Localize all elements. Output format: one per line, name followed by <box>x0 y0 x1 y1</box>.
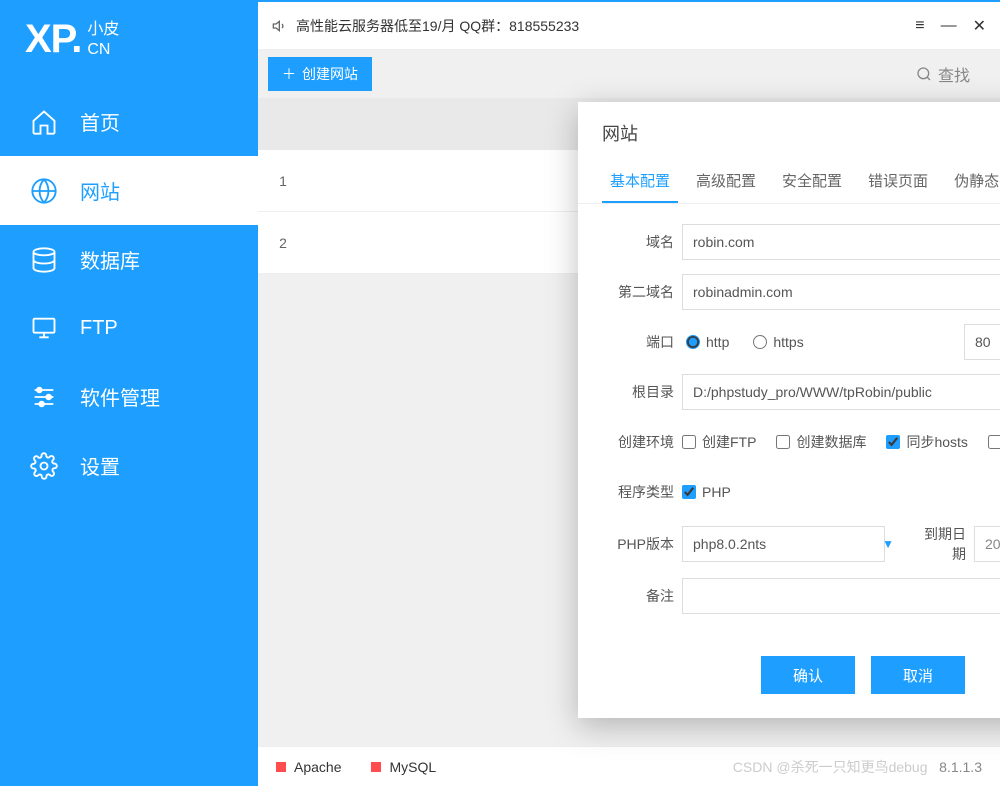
logo-xp: XP. <box>25 17 81 62</box>
check-prod[interactable]: 生产环境 <box>988 432 1000 452</box>
modal-footer: 确认 取消 <box>578 638 1000 718</box>
dropdown-icon: ▼ <box>882 537 894 551</box>
minimize-icon[interactable]: — <box>941 17 957 35</box>
nav-database[interactable]: 数据库 <box>0 225 258 294</box>
nav-software[interactable]: 软件管理 <box>0 362 258 431</box>
sidebar: XP. 小皮CN 首页 网站 数据库 FTP <box>0 2 258 786</box>
close-icon[interactable]: ✕ <box>973 16 986 36</box>
watermark: CSDN @杀死一只知更鸟debug 8.1.1.3 <box>733 757 982 777</box>
main: 高性能云服务器低至19/月 QQ群：818555233 ≡ — ✕ ＋ 创建网站… <box>258 2 1000 786</box>
nav-label: 软件管理 <box>80 382 160 411</box>
topbar: 高性能云服务器低至19/月 QQ群：818555233 ≡ — ✕ <box>258 2 1000 50</box>
announcement[interactable]: 高性能云服务器低至19/月 QQ群：818555233 <box>272 16 579 36</box>
label-env: 创建环境 <box>602 432 682 452</box>
menu-icon[interactable]: ≡ <box>915 17 924 35</box>
status-apache: Apache <box>276 759 341 775</box>
domain2-input[interactable] <box>682 274 1000 310</box>
nav: 首页 网站 数据库 FTP 软件管理 设置 <box>0 87 258 786</box>
gear-icon <box>30 452 58 480</box>
row-num: 1 <box>258 173 308 189</box>
domain-input[interactable] <box>682 224 1000 260</box>
home-icon <box>30 108 58 136</box>
radio-https[interactable]: https <box>753 334 803 350</box>
create-website-button[interactable]: ＋ 创建网站 <box>268 57 372 91</box>
modal-tabs: 基本配置 高级配置 安全配置 错误页面 伪静态 其他 <box>578 160 1000 204</box>
logo: XP. 小皮CN <box>0 2 258 87</box>
ftp-icon <box>30 314 58 342</box>
check-php[interactable]: PHP <box>682 484 731 500</box>
phpver-select[interactable] <box>682 526 885 562</box>
nav-label: 数据库 <box>80 245 140 274</box>
search-icon <box>916 66 932 82</box>
window-controls: ≡ — ✕ <box>915 16 986 36</box>
check-db[interactable]: 创建数据库 <box>776 432 866 452</box>
statusbar: Apache MySQL CSDN @杀死一只知更鸟debug 8.1.1.3 <box>258 746 1000 786</box>
database-icon <box>30 246 58 274</box>
nav-ftp[interactable]: FTP <box>0 294 258 362</box>
nav-home[interactable]: 首页 <box>0 87 258 156</box>
tab-rewrite[interactable]: 伪静态 <box>946 160 1000 203</box>
label-port: 端口 <box>602 332 682 352</box>
tab-basic[interactable]: 基本配置 <box>602 160 678 203</box>
plus-icon: ＋ <box>282 64 296 84</box>
label-remark: 备注 <box>602 586 682 606</box>
speaker-icon <box>272 18 288 34</box>
root-input[interactable] <box>682 374 1000 410</box>
expire-input[interactable] <box>974 526 1000 562</box>
toolbar: ＋ 创建网站 查找 <box>258 50 1000 98</box>
search-box[interactable]: 查找 <box>916 62 990 86</box>
check-ftp[interactable]: 创建FTP <box>682 432 756 452</box>
status-dot-icon <box>276 762 286 772</box>
nav-label: FTP <box>80 317 118 340</box>
tab-advanced[interactable]: 高级配置 <box>688 160 764 203</box>
port-input[interactable] <box>964 324 1000 360</box>
label-domain: 域名 <box>602 232 682 252</box>
globe-icon <box>30 177 58 205</box>
check-hosts[interactable]: 同步hosts <box>886 432 967 452</box>
tab-error[interactable]: 错误页面 <box>860 160 936 203</box>
modal-body: 域名 第二域名 端口 http https 根目录 <box>578 204 1000 638</box>
remark-input[interactable] <box>682 578 1000 614</box>
status-dot-icon <box>371 762 381 772</box>
nav-settings[interactable]: 设置 <box>0 431 258 500</box>
cancel-button[interactable]: 取消 <box>871 656 965 694</box>
search-label: 查找 <box>938 62 970 86</box>
sliders-icon <box>30 383 58 411</box>
label-phpver: PHP版本 <box>602 534 682 554</box>
status-mysql: MySQL <box>371 759 436 775</box>
label-domain2: 第二域名 <box>602 282 682 302</box>
website-modal: 网站 基本配置 高级配置 安全配置 错误页面 伪静态 其他 域名 第二域名 <box>578 102 1000 718</box>
nav-label: 网站 <box>80 176 120 205</box>
create-label: 创建网站 <box>302 64 358 84</box>
radio-http[interactable]: http <box>686 334 729 350</box>
nav-label: 设置 <box>80 451 120 480</box>
logo-cn: 小皮CN <box>87 20 119 60</box>
nav-label: 首页 <box>80 107 120 136</box>
announcement-text: 高性能云服务器低至19/月 QQ群：818555233 <box>296 16 579 36</box>
label-root: 根目录 <box>602 382 682 402</box>
modal-title: 网站 <box>578 102 1000 160</box>
nav-website[interactable]: 网站 <box>0 156 258 225</box>
ok-button[interactable]: 确认 <box>761 656 855 694</box>
row-num: 2 <box>258 235 308 251</box>
label-type: 程序类型 <box>602 482 682 502</box>
tab-security[interactable]: 安全配置 <box>774 160 850 203</box>
label-expire: 到期日期 <box>904 524 974 564</box>
